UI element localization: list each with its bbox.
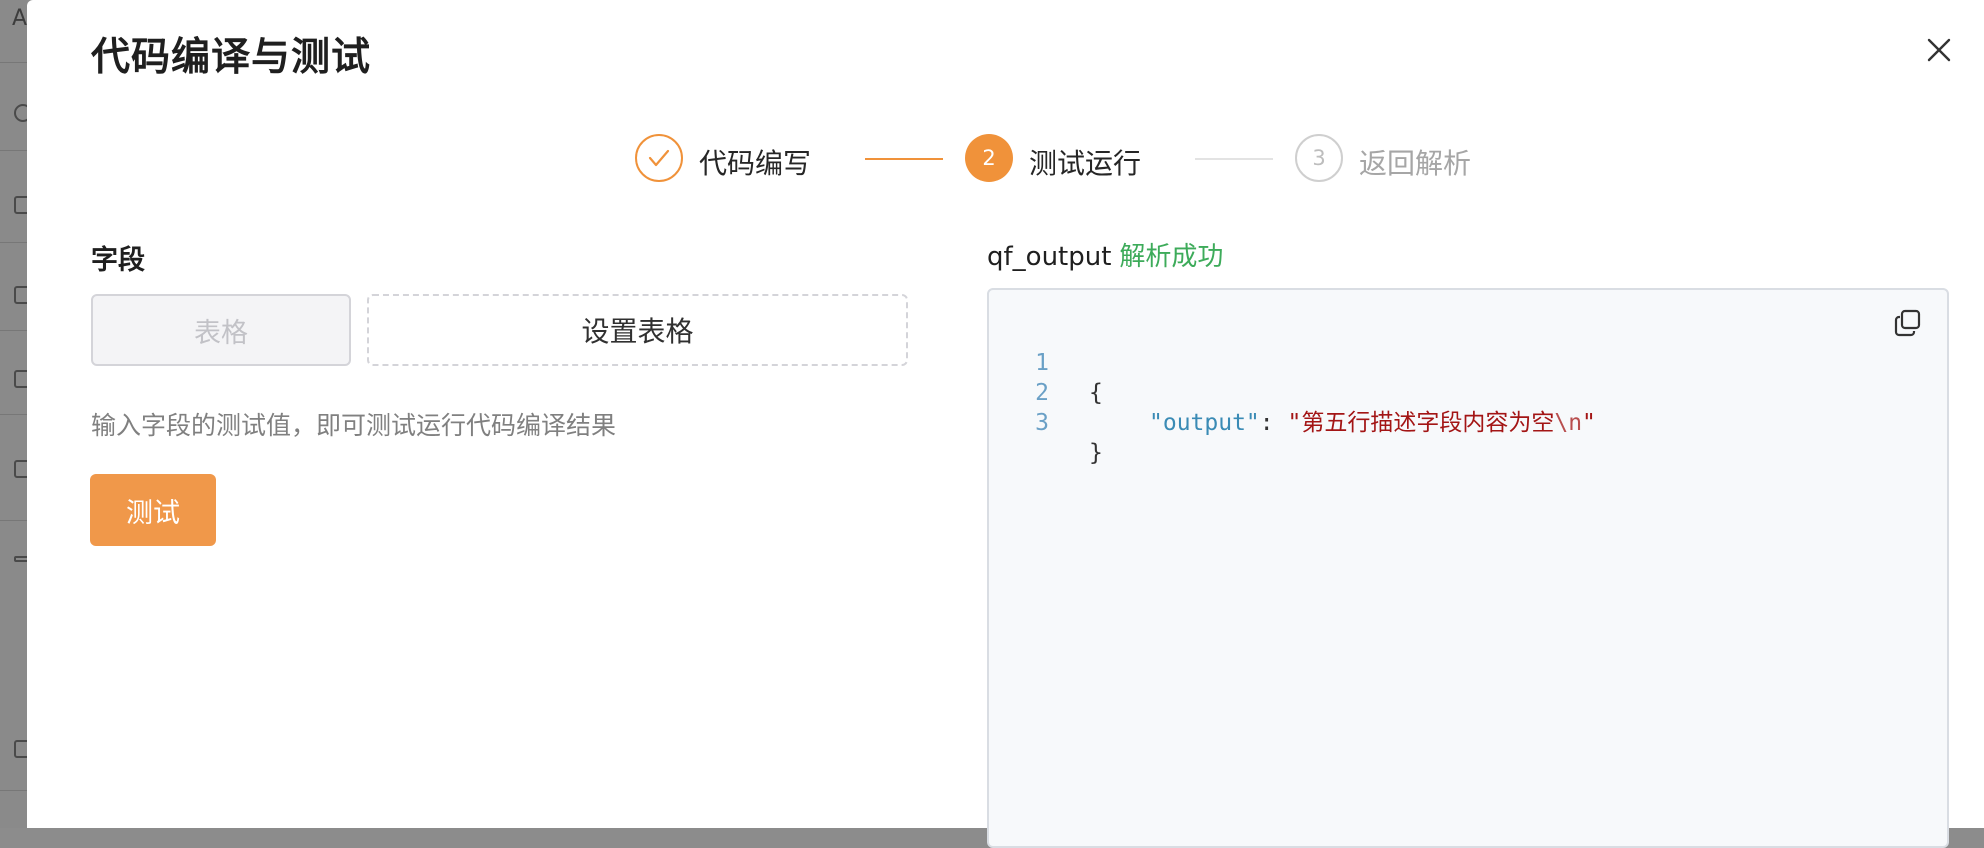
background-letter-icon: A bbox=[12, 6, 27, 31]
json-string-value: "第五行描述字段内容为空 bbox=[1287, 410, 1555, 436]
background-divider bbox=[0, 150, 27, 151]
background-icon bbox=[14, 460, 27, 478]
background-divider bbox=[0, 242, 27, 243]
copy-button[interactable] bbox=[1893, 308, 1923, 338]
test-hint-text: 输入字段的测试值，即可测试运行代码编译结果 bbox=[91, 411, 617, 440]
step-1-label: 代码编写 bbox=[699, 147, 812, 180]
dialog-title: 代码编译与测试 bbox=[91, 35, 372, 80]
output-header: qf_output 解析成功 bbox=[987, 236, 1223, 273]
code-compile-test-dialog: 代码编译与测试 代码编写 2 测试运行 3 返回解析 字段 表格 设置表格 输入… bbox=[27, 0, 1984, 848]
step-3-number: 3 bbox=[1312, 146, 1326, 170]
code-text: "output": "第五行描述字段内容为空\n" bbox=[1149, 408, 1596, 438]
background-divider bbox=[0, 790, 27, 791]
background-page: A bbox=[0, 0, 27, 828]
background-icon bbox=[14, 286, 27, 304]
step-2-label: 测试运行 bbox=[1029, 147, 1142, 180]
json-colon: : bbox=[1259, 410, 1288, 436]
background-icon bbox=[14, 104, 27, 122]
line-number: 3 bbox=[1035, 410, 1049, 436]
step-3-label: 返回解析 bbox=[1359, 147, 1472, 180]
background-divider bbox=[0, 520, 27, 521]
json-escape-sequence: \n bbox=[1554, 410, 1583, 436]
set-table-button[interactable]: 设置表格 bbox=[367, 294, 908, 366]
code-line: 3 } bbox=[989, 378, 1889, 466]
check-icon bbox=[648, 149, 670, 167]
background-icon bbox=[14, 196, 27, 214]
step-2-circle: 2 bbox=[965, 134, 1013, 182]
json-key: "output" bbox=[1149, 410, 1260, 436]
step-1-circle bbox=[635, 134, 683, 182]
step-connector-pending bbox=[1195, 158, 1273, 160]
background-divider bbox=[0, 414, 27, 415]
background-icon bbox=[14, 556, 27, 562]
parse-status-badge: 解析成功 bbox=[1119, 242, 1224, 272]
code-line: 2 "output": "第五行描述字段内容为空\n" bbox=[989, 348, 1889, 436]
background-divider bbox=[0, 62, 27, 63]
steps-indicator: 代码编写 2 测试运行 3 返回解析 bbox=[635, 134, 1475, 184]
close-icon bbox=[1927, 38, 1951, 62]
background-icon bbox=[14, 740, 27, 758]
step-2-number: 2 bbox=[982, 146, 996, 170]
test-button[interactable]: 测试 bbox=[90, 474, 216, 546]
background-icon bbox=[14, 370, 27, 388]
close-button[interactable] bbox=[1923, 34, 1955, 66]
copy-icon bbox=[1894, 309, 1921, 337]
field-section-heading: 字段 bbox=[91, 245, 145, 276]
code-text: } bbox=[1089, 440, 1103, 466]
json-string-end: " bbox=[1582, 410, 1596, 436]
output-variable-name: qf_output bbox=[987, 242, 1112, 272]
field-type-tag: 表格 bbox=[91, 294, 351, 366]
step-connector-done bbox=[865, 158, 943, 160]
background-divider bbox=[0, 330, 27, 331]
step-3-circle: 3 bbox=[1295, 134, 1343, 182]
code-line: 1 { bbox=[989, 318, 1889, 406]
output-code-viewer[interactable]: 1 { 2 "output": "第五行描述字段内容为空\n" 3 } bbox=[987, 288, 1949, 848]
